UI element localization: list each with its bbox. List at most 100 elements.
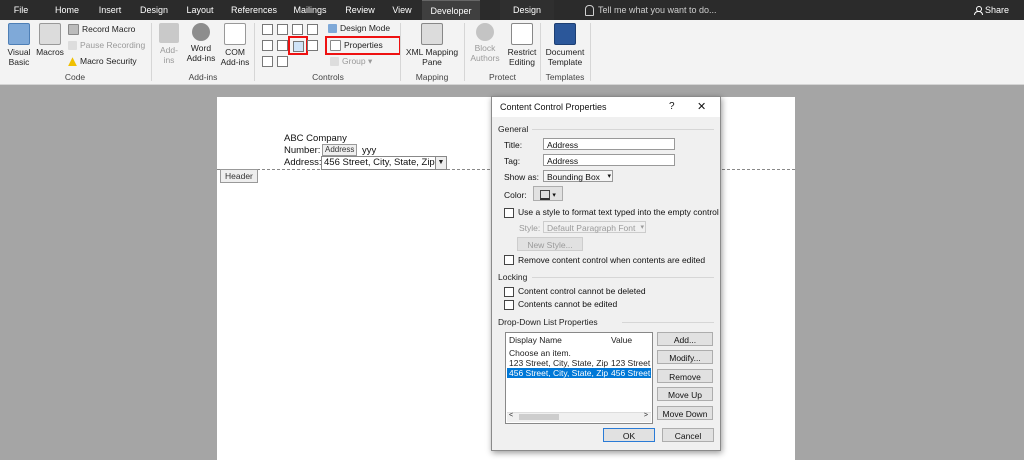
dropdown-items-list[interactable]: Display Name Value Choose an item. 123 S… [505,332,653,424]
close-icon[interactable]: ✕ [697,100,706,113]
list-item[interactable]: 123 Street, City, State, Zip 123 Street,… [507,358,651,368]
title-input[interactable]: Address [543,138,675,150]
checkbox-control-icon[interactable] [262,40,273,51]
chevron-down-icon: ▾ [607,173,611,180]
group-label-templates: Templates [545,72,585,82]
tell-me-box[interactable]: Tell me what you want to do... [585,0,717,20]
company-name: ABC Company [284,133,347,144]
ribbon-tab-bar: File Home Insert Design Layout Reference… [0,0,1024,21]
use-style-checkbox[interactable] [504,208,514,218]
group-separator [590,23,591,81]
move-down-button[interactable]: Move Down [657,406,713,420]
restrict-editing-button[interactable]: Restrict Editing [506,23,538,67]
content-control-tag[interactable]: Address [322,144,358,156]
record-macro-button[interactable]: Record Macro [68,22,135,36]
tab-home[interactable]: Home [48,0,86,20]
word-addins-button[interactable]: Word Add-ins [186,23,216,63]
dropdown-arrow-icon[interactable]: ▼ [435,157,446,169]
tab-developer[interactable]: Developer [422,0,480,21]
tab-design[interactable]: Design [136,0,172,20]
style-select[interactable]: Default Paragraph Font ▾ [543,221,646,233]
item-value: 123 Street, C [611,358,651,368]
addins-icon [159,23,179,43]
scroll-left-icon[interactable]: < [509,412,513,419]
section-divider [532,277,714,278]
title-label: Title: [504,140,523,150]
scroll-right-icon[interactable]: > [644,412,648,419]
building-block-control-icon[interactable] [307,24,318,35]
share-button[interactable]: Share [974,0,1009,20]
rich-text-control-icon[interactable] [262,24,273,35]
pause-recording-button[interactable]: Pause Recording [68,38,145,52]
show-as-label: Show as: [504,172,539,182]
xml-mapping-pane-button[interactable]: XML Mapping Pane [404,23,460,67]
macros-button[interactable]: Macros [35,23,65,57]
tab-mailings[interactable]: Mailings [288,0,332,20]
color-picker-button[interactable]: ▾ [533,186,563,201]
block-authors-label: Block Authors [470,43,500,63]
remove-when-edited-checkbox[interactable] [504,255,514,265]
combo-box-control-icon[interactable] [277,40,288,51]
list-header: Display Name Value [507,335,651,345]
style-value: Default Paragraph Font [547,223,636,233]
addins-label: Add- ins [160,45,178,65]
ok-button[interactable]: OK [603,428,655,442]
new-style-button[interactable]: New Style... [517,237,583,251]
visual-basic-icon [8,23,30,45]
plain-text-control-icon[interactable] [277,24,288,35]
group-label-addins: Add-ins [188,72,218,82]
column-display-name[interactable]: Display Name [509,335,609,345]
repeating-section-control-icon[interactable] [262,56,273,67]
column-value[interactable]: Value [611,335,651,345]
tab-layout[interactable]: Layout [182,0,218,20]
gears-icon [192,23,210,41]
section-divider [532,129,714,130]
macro-security-button[interactable]: Macro Security [68,54,137,68]
list-item-selected[interactable]: 456 Street, City, State, Zip 456 Street,… [507,368,651,378]
header-label: Header [220,169,258,183]
show-as-select[interactable]: Bounding Box ▾ [543,170,613,182]
tab-insert[interactable]: Insert [92,0,128,20]
remove-button[interactable]: Remove [657,369,713,383]
pause-recording-label: Pause Recording [80,40,146,50]
address-dropdown-control[interactable]: 456 Street, City, State, Zip ▼ [321,156,447,170]
group-button[interactable]: Group ▾ [330,54,372,68]
cannot-delete-checkbox[interactable] [504,287,514,297]
design-mode-button[interactable]: Design Mode [328,21,390,35]
modify-button[interactable]: Modify... [657,350,713,364]
tab-view[interactable]: View [388,0,416,20]
address-value: 456 Street, City, State, Zip [324,157,435,168]
person-icon [974,6,983,16]
tell-me-text: Tell me what you want to do... [598,5,717,15]
list-item[interactable]: Choose an item. [507,348,651,358]
tag-input[interactable]: Address [543,154,675,166]
move-up-button[interactable]: Move Up [657,387,713,401]
tab-references[interactable]: References [226,0,282,20]
tab-review[interactable]: Review [340,0,380,20]
help-icon[interactable]: ? [669,101,675,112]
cancel-button[interactable]: Cancel [662,428,714,442]
document-template-button[interactable]: Document Template [544,23,586,67]
record-macro-icon [68,24,79,36]
addins-button[interactable]: Add- ins [156,23,182,65]
warning-icon [68,57,77,67]
scroll-thumb[interactable] [519,414,559,420]
group-icon [330,57,339,67]
visual-basic-button[interactable]: Visual Basic [4,23,34,67]
com-addins-button[interactable]: COM Add-ins [219,23,251,67]
block-authors-button[interactable]: Block Authors [468,23,502,63]
tab-design-contextual[interactable]: Design [500,0,554,20]
add-button[interactable]: Add... [657,332,713,346]
section-dropdown-properties: Drop-Down List Properties [498,317,598,327]
color-label: Color: [504,190,527,200]
horizontal-scrollbar[interactable]: < > [507,412,651,422]
legacy-tools-icon[interactable] [277,56,288,67]
date-picker-control-icon[interactable] [307,40,318,51]
new-style-label: New Style... [527,240,573,250]
cannot-edit-checkbox[interactable] [504,300,514,310]
dialog-title-bar[interactable]: Content Control Properties ? ✕ [492,97,720,117]
picture-control-icon[interactable] [292,24,303,35]
lightbulb-icon [585,5,594,17]
tab-file[interactable]: File [6,0,36,20]
chevron-down-icon: ▾ [552,192,556,199]
